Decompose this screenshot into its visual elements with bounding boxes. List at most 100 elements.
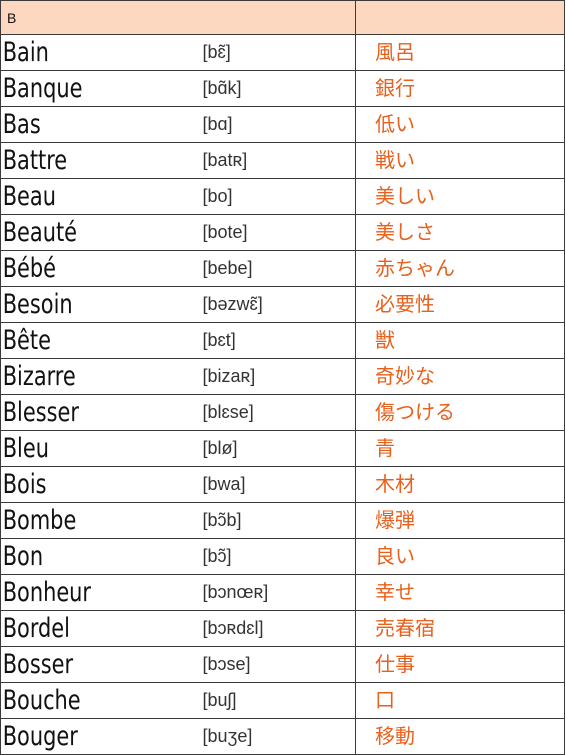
pronunciation-cell: [buʒe]: [198, 718, 356, 755]
table-row: Beau [bo] 美しい: [0, 178, 565, 215]
pronunciation-cell: [bɔʀdɛl]: [198, 610, 356, 647]
table-row: Bébé [bebe] 赤ちゃん: [0, 250, 565, 287]
french-word: Bon: [2, 541, 44, 572]
pronunciation-cell: [bɑ]: [198, 106, 356, 143]
pronunciation: [bɛ̃]: [202, 42, 231, 62]
pronunciation: [bote]: [202, 222, 248, 242]
pronunciation-cell: [bɛ̃]: [198, 34, 356, 71]
japanese-meaning: 赤ちゃん: [375, 256, 455, 280]
meaning-cell: 仕事: [355, 646, 565, 683]
pronunciation: [buʃ]: [202, 690, 237, 710]
french-word: Beau: [2, 181, 56, 212]
pronunciation-cell: [bote]: [198, 214, 356, 251]
french-word: Bois: [2, 469, 47, 500]
pronunciation: [bɛt]: [202, 330, 236, 350]
table-row: Bois [bwa] 木材: [0, 466, 565, 503]
meaning-cell: 木材: [355, 466, 565, 503]
pronunciation-cell: [bɔ̃]: [198, 538, 356, 575]
table-row: Besoin [bəzwɛ̃] 必要性: [0, 286, 565, 323]
pronunciation-cell: [blɛse]: [198, 394, 356, 431]
pronunciation: [bɔʀdɛl]: [202, 618, 264, 638]
pronunciation-cell: [bɑ̃k]: [198, 70, 356, 107]
meaning-cell: 美しさ: [355, 214, 565, 251]
word-cell: Bizarre: [0, 358, 199, 395]
japanese-meaning: 低い: [375, 112, 415, 136]
word-cell: Banque: [0, 70, 199, 107]
japanese-meaning: 口: [375, 688, 395, 712]
meaning-cell: 売春宿: [355, 610, 565, 647]
table-row: Bordel [bɔʀdɛl] 売春宿: [0, 610, 565, 647]
french-word: Besoin: [2, 289, 73, 320]
table-row: Bombe [bɔ̃b] 爆弾: [0, 502, 565, 539]
french-word: Bête: [2, 325, 51, 356]
japanese-meaning: 風呂: [375, 40, 415, 64]
japanese-meaning: 爆弾: [375, 508, 415, 532]
pronunciation: [blɛse]: [202, 402, 254, 422]
word-cell: Bombe: [0, 502, 199, 539]
pronunciation-cell: [bɔse]: [198, 646, 356, 683]
japanese-meaning: 戦い: [375, 148, 415, 172]
pronunciation: [bwa]: [202, 474, 246, 494]
japanese-meaning: 銀行: [375, 76, 415, 100]
table-row: Beauté [bote] 美しさ: [0, 214, 565, 251]
meaning-cell: 移動: [355, 718, 565, 755]
pronunciation-cell: [bo]: [198, 178, 356, 215]
french-word: Blesser: [2, 397, 79, 428]
table-row: Blesser [blɛse] 傷つける: [0, 394, 565, 431]
pronunciation-cell: [buʃ]: [198, 682, 356, 719]
french-word: Bombe: [2, 505, 77, 536]
japanese-meaning: 美しい: [375, 184, 435, 208]
section-letter: B: [0, 0, 356, 35]
pronunciation: [bɑ̃k]: [202, 78, 242, 98]
pronunciation-cell: [bɛt]: [198, 322, 356, 359]
french-word: Banque: [2, 73, 83, 104]
word-cell: Bonheur: [0, 574, 199, 611]
word-cell: Bois: [0, 466, 199, 503]
table-row: Bosser [bɔse] 仕事: [0, 646, 565, 683]
meaning-cell: 風呂: [355, 34, 565, 71]
meaning-cell: 戦い: [355, 142, 565, 179]
word-cell: Beauté: [0, 214, 199, 251]
table-row: Bête [bɛt] 獣: [0, 322, 565, 359]
pronunciation: [bizaʀ]: [202, 366, 256, 386]
meaning-cell: 獣: [355, 322, 565, 359]
french-word: Bonheur: [2, 577, 92, 608]
japanese-meaning: 売春宿: [375, 616, 435, 640]
word-cell: Bas: [0, 106, 199, 143]
pronunciation: [bɔnœʀ]: [202, 582, 269, 602]
french-word: Bain: [2, 37, 49, 68]
word-cell: Bon: [0, 538, 199, 575]
table-row: Bonheur [bɔnœʀ] 幸せ: [0, 574, 565, 611]
pronunciation-cell: [bəzwɛ̃]: [198, 286, 356, 323]
pronunciation: [bo]: [202, 186, 233, 206]
japanese-meaning: 移動: [375, 724, 415, 748]
section-header-blank: [355, 0, 565, 35]
japanese-meaning: 幸せ: [375, 580, 415, 604]
pronunciation-cell: [blø]: [198, 430, 356, 467]
japanese-meaning: 青: [375, 436, 395, 460]
vocabulary-table: B Bain [bɛ̃] 風呂 Banque [bɑ̃k] 銀行 Bas [bɑ] 低い Batt…: [0, 0, 565, 755]
pronunciation: [bɑ]: [202, 114, 233, 134]
pronunciation-cell: [batʀ]: [198, 142, 356, 179]
japanese-meaning: 傷つける: [375, 400, 455, 424]
word-cell: Bain: [0, 34, 199, 71]
french-word: Bas: [2, 109, 41, 140]
pronunciation-cell: [bizaʀ]: [198, 358, 356, 395]
word-cell: Bébé: [0, 250, 199, 287]
french-word: Bouger: [2, 721, 78, 752]
meaning-cell: 爆弾: [355, 502, 565, 539]
meaning-cell: 幸せ: [355, 574, 565, 611]
table-row: Bon [bɔ̃] 良い: [0, 538, 565, 575]
japanese-meaning: 美しさ: [375, 220, 435, 244]
french-word: Bordel: [2, 613, 70, 644]
french-word: Beauté: [2, 217, 78, 248]
table-row: Bizarre [bizaʀ] 奇妙な: [0, 358, 565, 395]
word-cell: Beau: [0, 178, 199, 215]
word-cell: Blesser: [0, 394, 199, 431]
meaning-cell: 低い: [355, 106, 565, 143]
meaning-cell: 赤ちゃん: [355, 250, 565, 287]
pronunciation: [buʒe]: [202, 726, 253, 746]
word-cell: Bosser: [0, 646, 199, 683]
pronunciation: [bɔse]: [202, 654, 251, 674]
table-row: Bouche [buʃ] 口: [0, 682, 565, 719]
